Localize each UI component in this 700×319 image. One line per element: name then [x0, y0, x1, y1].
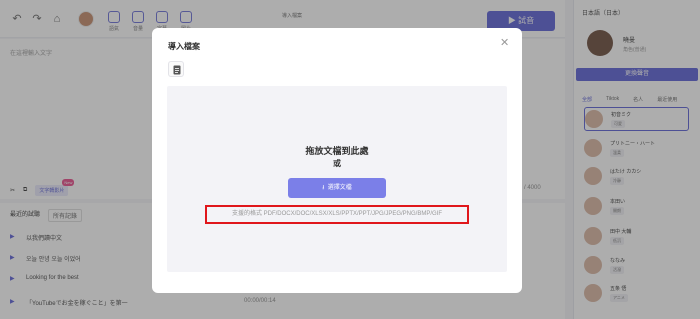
import-file-dialog: 導入檔案 ✕ 拖放文檔到此處 或 ⭳ 選擇文檔 支援的格式 PDF/DOCX/D…	[152, 28, 522, 293]
drop-zone[interactable]: 拖放文檔到此處 或 ⭳ 選擇文檔 支援的格式 PDF/DOCX/DOC/XLSX…	[167, 86, 507, 272]
dialog-title: 導入檔案	[168, 42, 200, 51]
document-icon	[168, 61, 184, 77]
drop-title: 拖放文檔到此處	[305, 146, 369, 156]
close-icon[interactable]: ✕	[500, 36, 509, 49]
or-label: 或	[333, 159, 341, 168]
choose-file-button[interactable]: ⭳ 選擇文檔	[288, 178, 386, 198]
choose-file-label: 選擇文檔	[327, 185, 352, 191]
upload-icon: ⭳	[322, 185, 325, 191]
supported-formats: 支援的格式 PDF/DOCX/DOC/XLSX/XLS/PPTX/PPT/JPG…	[205, 205, 469, 224]
